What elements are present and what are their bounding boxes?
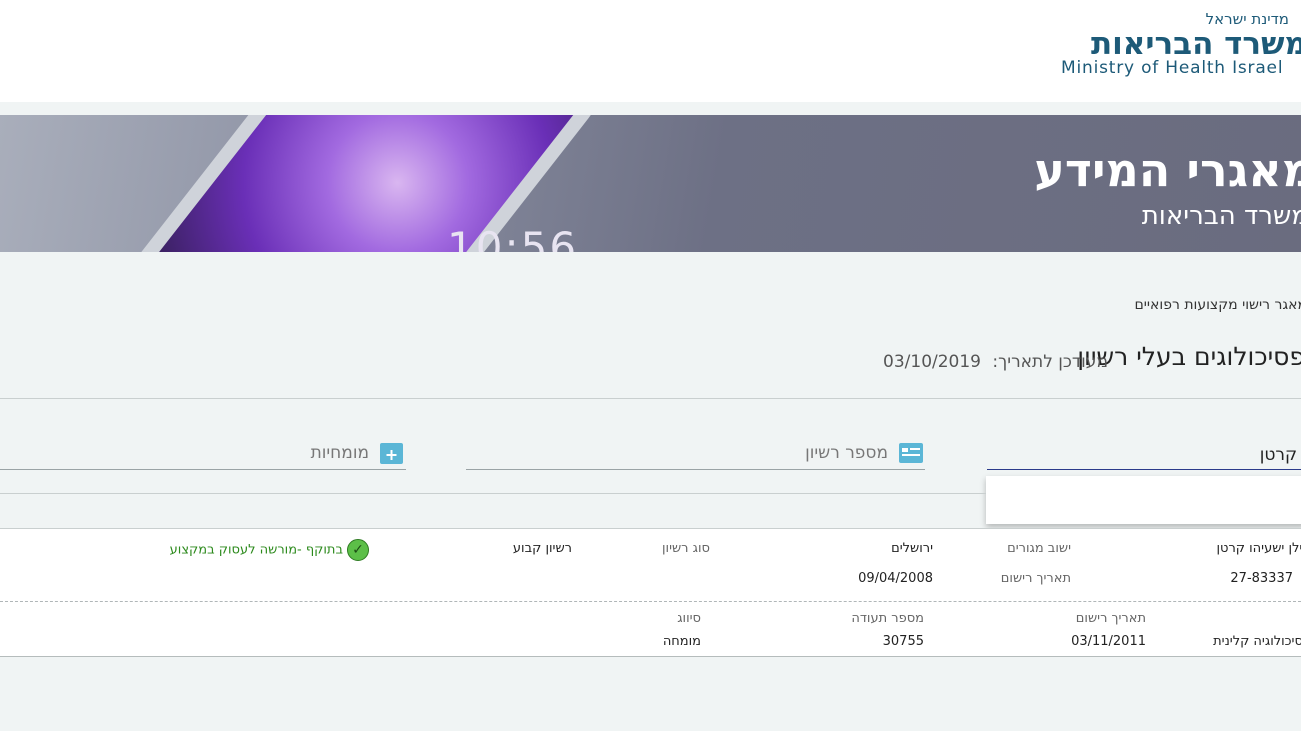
license-type-value: רשיון קבוע [512,541,572,556]
logo-english-text: Ministry of Health Israel [1061,58,1284,78]
page-title: פסיכולוגים בעלי רשיון [1077,342,1301,371]
ministry-logo[interactable]: מדינת ישראל משרד הבריאות Ministry of Hea… [1061,8,1301,88]
id-card-icon [899,443,923,463]
registration-date-label: תאריך רישום [1000,571,1071,586]
result-license-number: 27-83337 [1230,571,1293,586]
medical-briefcase-icon [380,443,403,464]
specialty-name: פסיכולוגיה קלינית [1213,634,1301,649]
check-circle-icon: ✓ [347,539,369,561]
banner-subtitle: משרד הבריאות [1141,201,1301,231]
license-status-text: בתוקף -מורשה לעסוק במקצוע [169,542,343,558]
classification-value: מומחה [662,634,701,649]
license-type-label: סוג רשיון [661,541,710,556]
specialty-registration-date-value: 03/11/2011 [1071,634,1146,649]
license-status: ✓בתוקף -מורשה לעסוק במקצוע [170,539,369,561]
specialty-placeholder: מומחיות [310,443,369,463]
license-number-placeholder: מספר רשיון [805,443,888,463]
logo-main-text: משרד הבריאות [1090,26,1301,62]
phone-clock-text: 10:56 [447,223,579,252]
result-card: אילן ישעיהו קרטן 27-83337 ישוב מגורים תא… [0,528,1301,657]
banner-title: מאגרי המידע [1034,143,1301,197]
updated-date: 03/10/2019 [883,352,981,372]
dashed-divider [0,601,1301,602]
hero-banner: 10:56 מאגרי המידע משרד הבריאות [0,115,1301,252]
classification-label: סיווג [677,611,701,626]
updated-label: מעודכן לתאריך: [992,352,1108,372]
license-number-input[interactable]: מספר רשיון [466,439,925,470]
breadcrumb[interactable]: מאגר רישוי מקצועות רפואיים [1135,297,1301,313]
divider [0,398,1301,399]
name-search-input[interactable]: קרטן [987,439,1301,470]
registration-date-value: 09/04/2008 [858,571,933,586]
divider [0,493,986,494]
result-name[interactable]: אילן ישעיהו קרטן [1216,541,1301,556]
specialty-registration-date-label: תאריך רישום [1075,611,1146,626]
autocomplete-dropdown[interactable] [986,476,1301,524]
certificate-number-label: מספר תעודה [851,611,924,626]
city-value: ירושלים [891,541,933,556]
city-label: ישוב מגורים [1007,541,1071,556]
name-search-value: קרטן [1259,445,1297,465]
last-updated: מעודכן לתאריך: 03/10/2019 [883,352,1108,372]
specialty-input[interactable]: מומחיות [0,439,406,470]
site-header: מדינת ישראל משרד הבריאות Ministry of Hea… [0,0,1301,102]
certificate-number-value: 30755 [882,634,924,649]
